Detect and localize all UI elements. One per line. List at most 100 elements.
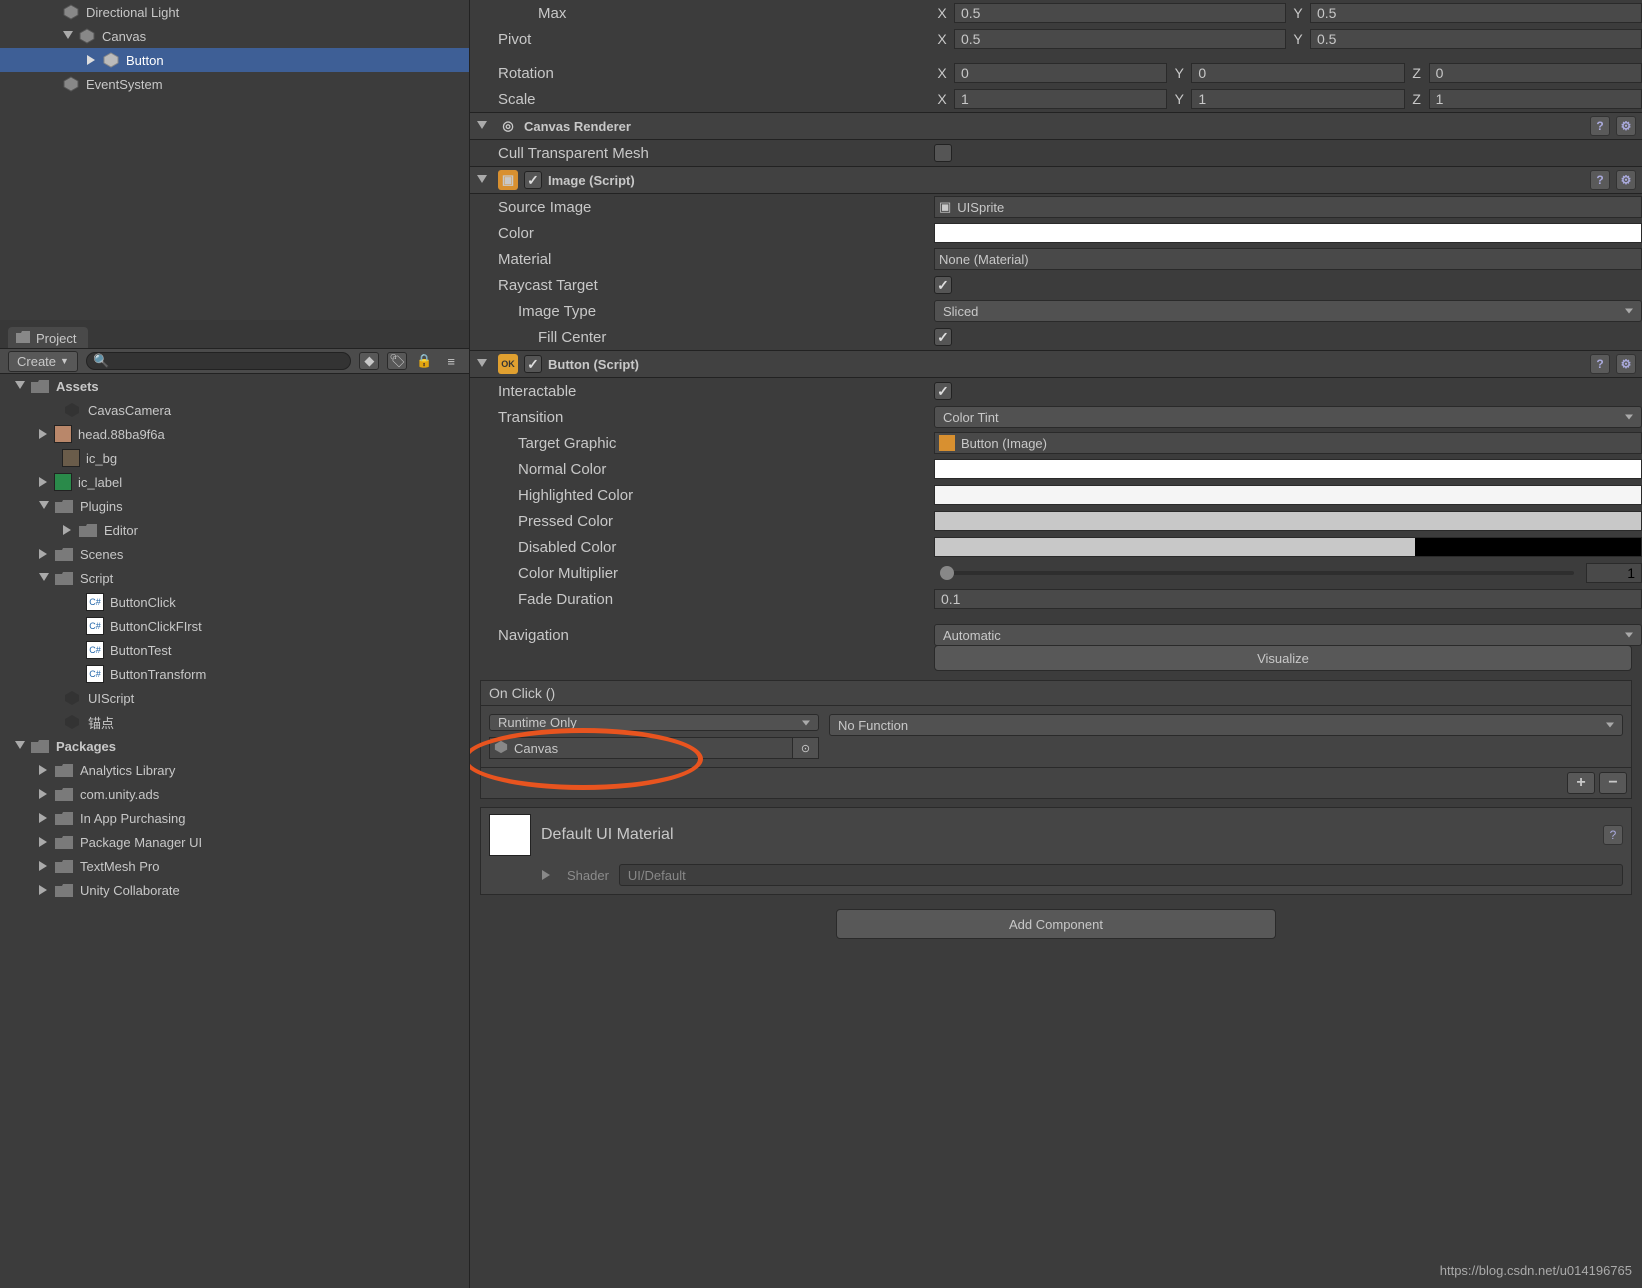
multiplier-slider[interactable] [942,571,1574,575]
foldout-icon[interactable] [38,476,50,488]
project-item-uiscript[interactable]: UIScript [0,686,469,710]
onclick-target-field[interactable]: Canvas [489,737,793,759]
filter-by-type-button[interactable]: ◆ [359,352,379,370]
add-event-button[interactable]: + [1567,772,1595,794]
foldout-icon[interactable] [38,428,50,440]
foldout-icon[interactable] [38,500,50,512]
project-item-icbg[interactable]: ic_bg [0,446,469,470]
project-item-analytics[interactable]: Analytics Library [0,758,469,782]
disabled-color-field[interactable] [934,537,1642,557]
hierarchy-item-button[interactable]: Button [0,48,469,72]
foldout-icon[interactable] [38,788,50,800]
rot-z-input[interactable] [1429,63,1642,83]
interactable-checkbox[interactable] [934,382,952,400]
foldout-icon[interactable] [38,836,50,848]
project-item-tmp[interactable]: TextMesh Pro [0,854,469,878]
highlighted-color-field[interactable] [934,485,1642,505]
normal-color-field[interactable] [934,459,1642,479]
hierarchy-item-canvas[interactable]: Canvas [0,24,469,48]
gear-icon[interactable]: ⚙ [1616,116,1636,136]
foldout-icon[interactable] [14,380,26,392]
shader-dropdown[interactable]: UI/Default [619,864,1623,886]
rot-x-input[interactable] [954,63,1167,83]
image-header[interactable]: ▣ Image (Script) ? ⚙ [470,166,1642,194]
add-component-button[interactable]: Add Component [836,909,1276,939]
scale-y-input[interactable] [1191,89,1404,109]
max-x-input[interactable] [954,3,1286,23]
foldout-icon[interactable] [476,174,488,186]
visualize-button[interactable]: Visualize [934,645,1632,671]
create-button[interactable]: Create ▼ [8,351,78,372]
project-item-iap[interactable]: In App Purchasing [0,806,469,830]
raycast-checkbox[interactable] [934,276,952,294]
gear-icon[interactable]: ⚙ [1616,170,1636,190]
rot-y-input[interactable] [1191,63,1404,83]
packages-folder[interactable]: Packages [0,734,469,758]
fade-input[interactable] [934,589,1642,609]
foldout-icon[interactable] [86,54,98,66]
pivot-x-input[interactable] [954,29,1286,49]
button-enabled-checkbox[interactable] [524,355,542,373]
foldout-icon[interactable] [38,812,50,824]
pressed-color-field[interactable] [934,511,1642,531]
foldout-icon[interactable] [38,860,50,872]
project-item-ads[interactable]: com.unity.ads [0,782,469,806]
transition-dropdown[interactable]: Color Tint [934,406,1642,428]
project-item-pkgmgr[interactable]: Package Manager UI [0,830,469,854]
project-item-scenes[interactable]: Scenes [0,542,469,566]
object-picker-button[interactable]: ⊙ [793,737,819,759]
help-button[interactable]: ? [1590,354,1610,374]
navigation-dropdown[interactable]: Automatic [934,624,1642,646]
canvas-renderer-header[interactable]: ◎ Canvas Renderer ? ⚙ [470,112,1642,140]
project-item-plugins[interactable]: Plugins [0,494,469,518]
project-item-iclabel[interactable]: ic_label [0,470,469,494]
project-item-buttontest[interactable]: C#ButtonTest [0,638,469,662]
hierarchy-item-light[interactable]: Directional Light [0,0,469,24]
assets-folder[interactable]: Assets [0,374,469,398]
fill-checkbox[interactable] [934,328,952,346]
multiplier-value-input[interactable] [1586,563,1642,583]
foldout-icon[interactable] [476,358,488,370]
pivot-y-input[interactable] [1310,29,1642,49]
gear-icon[interactable]: ⚙ [1616,354,1636,374]
context-menu-button[interactable]: ≡ [441,354,461,369]
foldout-icon[interactable] [476,120,488,132]
project-item-script[interactable]: Script [0,566,469,590]
project-item-buttontransform[interactable]: C#ButtonTransform [0,662,469,686]
project-item-anchor[interactable]: 锚点 [0,710,469,734]
lock-icon[interactable]: 🔒 [415,352,433,370]
project-item-buttonclick[interactable]: C#ButtonClick [0,590,469,614]
project-search[interactable]: 🔍 [86,352,351,370]
material-field[interactable]: None (Material) [934,248,1642,270]
foldout-icon[interactable] [62,524,74,536]
filter-by-label-button[interactable]: 🏷 [387,352,407,370]
project-item-editor[interactable]: Editor [0,518,469,542]
help-button[interactable]: ? [1590,170,1610,190]
source-image-field[interactable]: ▣UISprite [934,196,1642,218]
project-item-buttonclickfirst[interactable]: C#ButtonClickFIrst [0,614,469,638]
foldout-icon[interactable] [38,572,50,584]
scale-z-input[interactable] [1429,89,1642,109]
project-tab[interactable]: Project [8,327,88,348]
remove-event-button[interactable]: − [1599,772,1627,794]
foldout-icon[interactable] [38,548,50,560]
foldout-icon[interactable] [62,30,74,42]
onclick-mode-dropdown[interactable]: Runtime Only [489,714,819,731]
help-button[interactable]: ? [1603,825,1623,845]
cull-checkbox[interactable] [934,144,952,162]
image-type-dropdown[interactable]: Sliced [934,300,1642,322]
color-field[interactable] [934,223,1642,243]
scale-x-input[interactable] [954,89,1167,109]
onclick-function-dropdown[interactable]: No Function [829,714,1623,736]
project-item-cavascamera[interactable]: CavasCamera [0,398,469,422]
help-button[interactable]: ? [1590,116,1610,136]
foldout-icon[interactable] [14,740,26,752]
foldout-icon[interactable] [38,884,50,896]
max-y-input[interactable] [1310,3,1642,23]
hierarchy-item-eventsystem[interactable]: EventSystem [0,72,469,96]
button-header[interactable]: OK Button (Script) ? ⚙ [470,350,1642,378]
foldout-icon[interactable] [541,869,553,881]
project-item-collab[interactable]: Unity Collaborate [0,878,469,902]
image-enabled-checkbox[interactable] [524,171,542,189]
project-item-head[interactable]: head.88ba9f6a [0,422,469,446]
